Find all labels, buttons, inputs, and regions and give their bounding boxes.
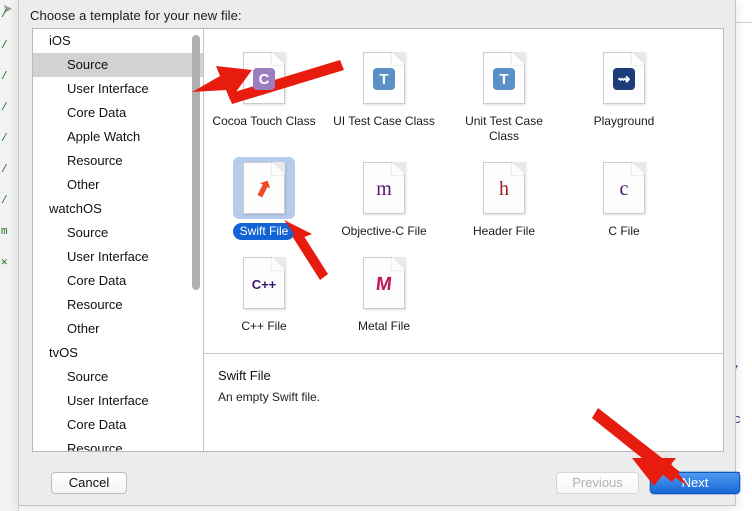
template-icon-wrap: c <box>593 157 655 219</box>
template-icon-wrap: T <box>473 47 535 109</box>
file-h-icon: h <box>483 162 525 214</box>
template-label: Header File <box>472 224 536 238</box>
sidebar-item-ios[interactable]: iOS <box>33 29 203 53</box>
file-c-purple-icon: C <box>243 52 285 104</box>
previous-button[interactable]: Previous <box>556 472 639 494</box>
template-glyph: c <box>619 178 629 200</box>
template-glyph: C++ <box>251 276 277 292</box>
file-swift-icon: ⬈ <box>243 162 285 214</box>
sidebar-item-core-data[interactable]: Core Data <box>33 101 203 125</box>
template-label-row: Swift File <box>204 219 324 240</box>
template-icon-wrap: T <box>353 47 415 109</box>
template-glyph: ⇝ <box>613 68 635 90</box>
file-t-blue-icon: T <box>363 52 405 104</box>
template-tile-c-file[interactable]: C++ C++ File <box>204 246 324 335</box>
template-glyph: T <box>373 68 395 90</box>
file-c-icon: c <box>603 162 645 214</box>
sidebar-item-user-interface[interactable]: User Interface <box>33 245 203 269</box>
template-row: C Cocoa Touch Class T UI Test Case Class T Un… <box>204 41 723 145</box>
template-glyph: m <box>376 178 392 200</box>
template-grid: C Cocoa Touch Class T UI Test Case Class T Un… <box>204 29 723 354</box>
template-tile-ui-test-case-class[interactable]: T UI Test Case Class <box>324 41 444 145</box>
template-tile-playground[interactable]: ⇝ Playground <box>564 41 684 145</box>
file-metal-icon: M <box>363 257 405 309</box>
template-label: Cocoa Touch Class <box>212 114 316 128</box>
template-icon-wrap: M <box>353 252 415 314</box>
cancel-button[interactable]: Cancel <box>51 472 127 494</box>
file-cpp-icon: C++ <box>243 257 285 309</box>
sidebar-item-watchos[interactable]: watchOS <box>33 197 203 221</box>
template-label-row: UI Test Case Class <box>324 109 444 130</box>
sidebar-item-other[interactable]: Other <box>33 317 203 341</box>
dialog-title: Choose a template for your new file: <box>30 8 242 23</box>
template-tile-unit-test-case-class[interactable]: T Unit Test Case Class <box>444 41 564 145</box>
sidebar-item-source[interactable]: Source <box>33 221 203 245</box>
template-glyph: h <box>499 178 509 200</box>
sidebar-item-source[interactable]: Source <box>33 53 203 77</box>
template-label: Playground <box>593 114 655 128</box>
template-icon-wrap: m <box>353 157 415 219</box>
template-panel: C Cocoa Touch Class T UI Test Case Class T Un… <box>204 29 723 451</box>
template-label-row: Objective-C File <box>324 219 444 240</box>
template-icon-wrap: ⬈ <box>233 157 295 219</box>
sidebar-item-core-data[interactable]: Core Data <box>33 413 203 437</box>
template-label-row: Cocoa Touch Class <box>204 109 324 130</box>
template-icon-wrap: C++ <box>233 252 295 314</box>
template-icon-wrap: ⇝ <box>593 47 655 109</box>
template-label: Unit Test Case Class <box>465 114 543 143</box>
sidebar-scrollbar[interactable] <box>191 29 201 451</box>
template-label-row: Header File <box>444 219 564 240</box>
sidebar-item-resource[interactable]: Resource <box>33 149 203 173</box>
file-playground-icon: ⇝ <box>603 52 645 104</box>
next-button[interactable]: Next <box>650 472 740 494</box>
description-text: An empty Swift file. <box>218 390 321 404</box>
template-label-row: Unit Test Case Class <box>444 109 564 145</box>
template-row: ⬈ Swift File m Objective-C File h Header File… <box>204 151 723 240</box>
template-glyph: M <box>374 273 394 295</box>
template-glyph: ⬈ <box>250 173 278 204</box>
sidebar-scrollbar-thumb[interactable] <box>192 35 200 290</box>
template-label: Metal File <box>357 319 410 333</box>
template-icon-wrap: h <box>473 157 535 219</box>
editor-gutter-marks: / / / / / / / m ✕ <box>1 9 8 269</box>
template-tile-objective-c-file[interactable]: m Objective-C File <box>324 151 444 240</box>
template-chooser: iOS Source User Interface Core Data Apple Wa… <box>32 28 724 452</box>
template-tile-cocoa-touch-class[interactable]: C Cocoa Touch Class <box>204 41 324 145</box>
template-label-row: C++ File <box>204 314 324 335</box>
template-label: C++ File <box>241 319 287 333</box>
description-title: Swift File <box>218 368 271 383</box>
template-label-row: Metal File <box>324 314 444 335</box>
sidebar-item-tvos[interactable]: tvOS <box>33 341 203 365</box>
template-label-row: Playground <box>564 109 684 130</box>
file-m-icon: m <box>363 162 405 214</box>
sidebar-list: iOS Source User Interface Core Data Apple Wa… <box>33 29 203 451</box>
sidebar-item-user-interface[interactable]: User Interface <box>33 389 203 413</box>
template-tile-metal-file[interactable]: M Metal File <box>324 246 444 335</box>
template-tile-swift-file[interactable]: ⬈ Swift File <box>204 151 324 240</box>
template-label: UI Test Case Class <box>333 114 435 128</box>
sidebar-item-resource[interactable]: Resource <box>33 437 203 451</box>
template-row: C++ C++ File M Metal File <box>204 246 723 335</box>
sidebar-item-apple-watch[interactable]: Apple Watch <box>33 125 203 149</box>
platform-sidebar[interactable]: iOS Source User Interface Core Data Apple Wa… <box>33 29 204 451</box>
sidebar-item-source[interactable]: Source <box>33 365 203 389</box>
template-label: C File <box>608 224 640 238</box>
sidebar-item-core-data[interactable]: Core Data <box>33 269 203 293</box>
template-glyph: T <box>493 68 515 90</box>
sidebar-item-other[interactable]: Other <box>33 173 203 197</box>
template-label-row: C File <box>564 219 684 240</box>
file-t-blue-icon: T <box>483 52 525 104</box>
sidebar-item-user-interface[interactable]: User Interface <box>33 77 203 101</box>
new-file-dialog: Choose a template for your new file: iOS… <box>18 0 740 506</box>
sidebar-item-resource[interactable]: Resource <box>33 293 203 317</box>
template-tile-c-file[interactable]: c C File <box>564 151 684 240</box>
template-label: Swift File <box>232 223 296 240</box>
screen: ➤ / / / / / / / m ✕ t, rc tr Choose a te… <box>0 0 752 511</box>
template-tile-header-file[interactable]: h Header File <box>444 151 564 240</box>
template-description: Swift File An empty Swift file. <box>204 354 723 451</box>
template-icon-wrap: C <box>233 47 295 109</box>
template-glyph: C <box>253 68 275 90</box>
template-label: Objective-C File <box>341 224 427 238</box>
